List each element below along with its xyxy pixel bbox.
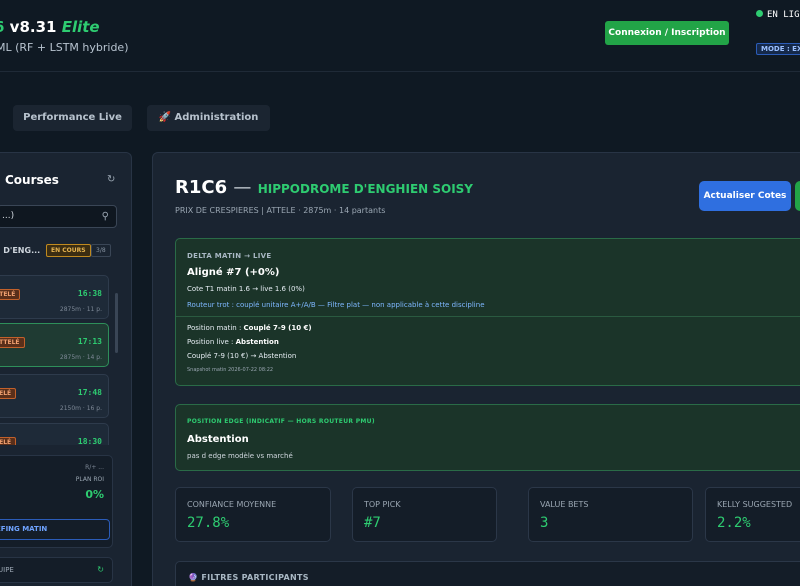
race-list: TTELÉ 16:38 2875m · 11 p. ATTELÉ 17:13 2… — [0, 263, 131, 445]
metric-value: #7 — [364, 515, 381, 531]
edge-card: POSITION EDGE (INDICATIF — HORS ROUTEUR … — [175, 404, 800, 471]
online-status-label: EN LIG — [767, 10, 800, 20]
meeting-name: E D'ENG... — [0, 246, 41, 255]
race-time: 17:48 — [77, 388, 102, 397]
position-matin: Position matin : Couplé 7-9 (10 €) — [187, 324, 312, 332]
race-code: R1C6 — [175, 177, 228, 198]
race-meta: 2150m · 16 p. — [59, 405, 102, 412]
search-icon: ⚲ — [101, 211, 109, 222]
race-time: 17:13 — [77, 337, 102, 346]
metric-label: VALUE BETS — [540, 500, 589, 509]
participant-filters-section[interactable]: 🔮 FILTRES PARTICIPANTS — [175, 561, 800, 586]
refresh-odds-button[interactable]: Actualiser Cotes — [699, 181, 791, 211]
delta-routeur-note: Routeur trot : couplé unitaire A+/A/B — … — [187, 301, 485, 309]
briefing-matin-button[interactable]: EFING MATIN — [0, 519, 110, 540]
app-subtitle: ML (RF + LSTM hybride) — [0, 41, 129, 54]
team-section[interactable]: UIPE ↻ — [0, 557, 113, 583]
race-detail-panel: R1C6 — HIPPODROME D'ENGHIEN SOISY PRIX D… — [152, 152, 800, 586]
metric-label: CONFIANCE MOYENNE — [187, 500, 277, 509]
plan-roi-value: 0% — [85, 488, 104, 501]
app-header: 6 v8.31 Elite ML (RF + LSTM hybride) Con… — [0, 0, 800, 72]
app-version: v8.31 — [9, 18, 57, 36]
race-time: 18:30 — [77, 437, 102, 445]
status-dot-icon — [756, 10, 763, 17]
team-label: UIPE — [0, 566, 14, 574]
race-meta: 2875m · 14 p. — [59, 354, 102, 361]
refresh-icon[interactable]: ↻ — [107, 174, 115, 185]
title-separator: — — [233, 177, 252, 198]
meeting-count-badge: 3/8 — [91, 244, 111, 257]
delta-cote: Cote T1 matin 1.6 → live 1.6 (0%) — [187, 285, 305, 293]
secondary-action-button[interactable] — [795, 181, 800, 211]
position-change: Couplé 7-9 (10 €) → Abstention — [187, 352, 297, 360]
meeting-status-badge: EN COURS — [46, 244, 91, 257]
course-search-input[interactable]: ...) ⚲ — [0, 205, 117, 228]
snapshot-timestamp: Snapshot matin 2026-07-22 08:22 — [187, 367, 274, 373]
race-discipline-badge: TTELÉ — [0, 289, 21, 300]
course-search-value: ...) — [2, 211, 15, 221]
edge-label: POSITION EDGE (INDICATIF — HORS ROUTEUR … — [187, 418, 375, 425]
briefing-matin-label: EFING MATIN — [0, 525, 48, 533]
edge-description: pas d edge modèle vs marché — [187, 452, 293, 460]
filters-label: 🔮 FILTRES PARTICIPANTS — [188, 573, 309, 582]
metric-label: KELLY SUGGESTED — [717, 500, 793, 509]
metric-value: 3 — [540, 515, 549, 531]
race-card-selected[interactable]: ATTELÉ 17:13 2875m · 14 p. — [0, 323, 109, 367]
metric-top-pick: TOP PICK #7 — [352, 487, 497, 542]
metric-kelly: KELLY SUGGESTED 2.2% — [705, 487, 800, 542]
position-live-label: Position live : — [187, 338, 236, 346]
delta-divider — [176, 316, 800, 317]
race-discipline-badge: TELÉ — [0, 388, 17, 399]
race-time: 16:38 — [77, 289, 102, 298]
roi-stats-box: R/+ ... PLAN ROI 0% EFING MATIN — [0, 455, 113, 548]
courses-sidebar: Courses ↻ ...) ⚲ E D'ENG... EN COURS 3/8… — [0, 152, 132, 586]
mode-badge: MODE : EX — [756, 43, 800, 55]
race-card[interactable]: TTELÉ 16:38 2875m · 11 p. — [0, 275, 109, 319]
hippodrome-name: HIPPODROME D'ENGHIEN SOISY — [257, 182, 473, 196]
brand-prefix: 6 — [0, 18, 4, 36]
position-matin-value: Couplé 7-9 (10 €) — [243, 324, 312, 332]
team-refresh-icon[interactable]: ↻ — [97, 558, 104, 582]
stats-line: R/+ ... — [85, 464, 104, 471]
meeting-row[interactable]: E D'ENG... EN COURS 3/8 — [0, 243, 131, 259]
delta-aligned: Aligné #7 (+0%) — [187, 267, 280, 278]
race-title: R1C6 — HIPPODROME D'ENGHIEN SOISY — [175, 177, 473, 198]
race-card[interactable]: TELÉ 18:30 — [0, 423, 109, 445]
race-info: PRIX DE CRESPIERES | ATTELE · 2875m · 14… — [175, 206, 386, 215]
delta-card: DELTA MATIN → LIVE Aligné #7 (+0%) Cote … — [175, 238, 800, 386]
app-edition: Elite — [61, 18, 100, 36]
login-button[interactable]: Connexion / Inscription — [605, 21, 729, 45]
race-meta: 2875m · 11 p. — [59, 306, 102, 313]
sidebar-title: Courses — [5, 173, 59, 187]
metric-confiance: CONFIANCE MOYENNE 27.8% — [175, 487, 331, 542]
metric-value-bets: VALUE BETS 3 — [528, 487, 693, 542]
position-live: Position live : Abstention — [187, 338, 279, 346]
race-discipline-badge: ATTELÉ — [0, 337, 25, 348]
online-status: EN LIG — [756, 10, 800, 20]
position-live-value: Abstention — [235, 338, 279, 346]
delta-label: DELTA MATIN → LIVE — [187, 252, 272, 260]
race-card[interactable]: TELÉ 17:48 2150m · 16 p. — [0, 374, 109, 418]
race-discipline-badge: TELÉ — [0, 437, 17, 445]
position-matin-label: Position matin : — [187, 324, 244, 332]
tab-administration[interactable]: 🚀 Administration — [147, 105, 270, 131]
metric-value: 2.2% — [717, 515, 751, 531]
tab-performance-live[interactable]: Performance Live — [13, 105, 132, 131]
plan-roi-label: PLAN ROI — [75, 476, 104, 483]
metric-value: 27.8% — [187, 515, 230, 531]
app-root: 6 v8.31 Elite ML (RF + LSTM hybride) Con… — [0, 0, 800, 586]
app-title: 6 v8.31 Elite — [0, 18, 100, 36]
race-list-scrollbar[interactable] — [115, 293, 118, 353]
edge-title: Abstention — [187, 434, 249, 445]
metric-label: TOP PICK — [364, 500, 401, 509]
